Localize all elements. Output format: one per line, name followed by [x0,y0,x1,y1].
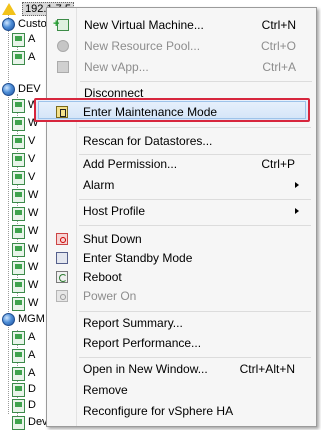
menu-item-label: Enter Maintenance Mode [83,105,218,119]
menu-item-label: Rescan for Datastores... [83,134,213,148]
menu-item-label: Power On [83,289,137,303]
tree-cluster-row[interactable]: Custo [2,17,47,31]
tree-vm-row[interactable]: W [12,242,39,257]
power-on-icon [56,290,68,302]
vm-icon [12,243,25,257]
tree-node-label: A [28,367,36,379]
tree-vm-row[interactable]: V [12,170,36,185]
tree-cluster-row[interactable]: MGM [2,312,45,326]
reboot-icon [56,271,68,283]
menu-separator [79,127,311,128]
menu-item-reconfigure-vsphere-ha[interactable]: Reconfigure for vSphere HA [48,400,313,422]
tree-node-label: DEV [18,83,41,95]
vm-icon [12,189,25,203]
menu-item-report-performance[interactable]: Report Performance... [48,332,313,354]
tree-vm-row[interactable]: V [12,134,36,149]
menu-item-label: Remove [83,383,128,397]
submenu-arrow-icon [295,208,299,214]
tree-vm-row[interactable]: A [12,32,36,47]
vm-icon [12,261,25,275]
tree-node-label: A [28,349,36,361]
tree-node-label: A [28,51,36,63]
menu-item-enter-maintenance-mode-content: Enter Maintenance Mode [48,101,313,123]
shut-down-icon [56,233,68,245]
tree-node-label: A [28,33,36,45]
cluster-icon [2,313,15,326]
vm-icon [12,416,25,430]
vm-icon [12,383,25,397]
tree-node-label: W [28,261,39,273]
menu-item-alarm[interactable]: Alarm [48,174,313,196]
tree-vm-row[interactable]: A [12,366,36,381]
tree-vm-row[interactable]: W [12,260,39,275]
vm-icon [12,117,25,131]
context-menu-overlay: Enter Maintenance Mode Rescan for Datast… [46,7,317,427]
tree-node-label: W [28,279,39,291]
vm-icon [12,171,25,185]
menu-item-power-on[interactable]: Power On [48,285,313,307]
tree-node-label: V [28,135,36,147]
menu-item-label: Alarm [83,178,115,192]
vm-icon [12,297,25,311]
menu-item-label: Reconfigure for vSphere HA [83,404,234,418]
tree-vm-row[interactable]: D [12,382,36,397]
tree-vm-row[interactable]: A [12,348,36,363]
tree-vm-row[interactable]: W [12,188,39,203]
menu-item-label: Host Profile [83,204,146,218]
menu-item-add-permission[interactable]: Add Permission... Ctrl+P [48,153,313,175]
tree-vm-row[interactable]: D [12,398,36,413]
vm-icon [12,367,25,381]
tree-node-label: D [28,383,36,395]
menu-item-label: Add Permission... [83,157,178,171]
tree-vm-row[interactable]: A [12,50,36,65]
tree-node-label: Custo [18,18,47,30]
vm-icon [12,331,25,345]
tree-vm-row[interactable]: W [12,296,39,311]
menu-item-report-summary[interactable]: Report Summary... [48,312,313,334]
vm-icon [12,153,25,167]
menu-item-host-profile[interactable]: Host Profile [48,200,313,222]
tree-vm-row[interactable]: W [12,206,39,221]
vm-icon [12,349,25,363]
vm-icon [12,99,25,113]
menu-item-shortcut: Ctrl+P [261,157,295,171]
standby-icon [56,252,68,264]
tree-vm-row[interactable]: V [12,152,36,167]
vm-icon [12,207,25,221]
menu-separator [79,225,311,226]
host-warning-icon [2,3,16,15]
submenu-arrow-icon [295,182,299,188]
tree-node-label: MGM [18,313,45,325]
tree-node-label: W [28,243,39,255]
vm-icon [12,279,25,293]
menu-item-shortcut: Ctrl+Alt+N [239,362,295,376]
tree-node-label: W [28,207,39,219]
menu-item-label: Report Performance... [83,336,202,350]
menu-item-remove[interactable]: Remove [48,379,313,401]
tree-vm-row[interactable]: W [12,278,39,293]
tree-cluster-row[interactable]: DEV [2,82,41,96]
tree-node-label: V [28,153,36,165]
tree-node-label: W [28,297,39,309]
tree-node-label: A [28,331,36,343]
menu-item-rescan-datastores[interactable]: Rescan for Datastores... [48,130,313,152]
tree-node-label: V [28,171,36,183]
vm-icon [12,51,25,65]
tree-node-label: W [28,189,39,201]
maintenance-mode-icon [56,106,68,118]
menu-item-label: Report Summary... [83,316,183,330]
tree-connector [8,14,9,414]
menu-item-label: Open in New Window... [83,362,208,376]
vm-icon [12,33,25,47]
menu-item-open-new-window[interactable]: Open in New Window... Ctrl+Alt+N [48,358,313,380]
tree-node-label: W [28,225,39,237]
cluster-icon [2,83,15,96]
tree-node-label: D [28,399,36,411]
tree-vm-row[interactable]: W [12,224,39,239]
tree-vm-row[interactable]: A [12,330,36,345]
vm-icon [12,135,25,149]
vm-icon [12,225,25,239]
cluster-icon [2,18,15,31]
vm-icon [12,399,25,413]
